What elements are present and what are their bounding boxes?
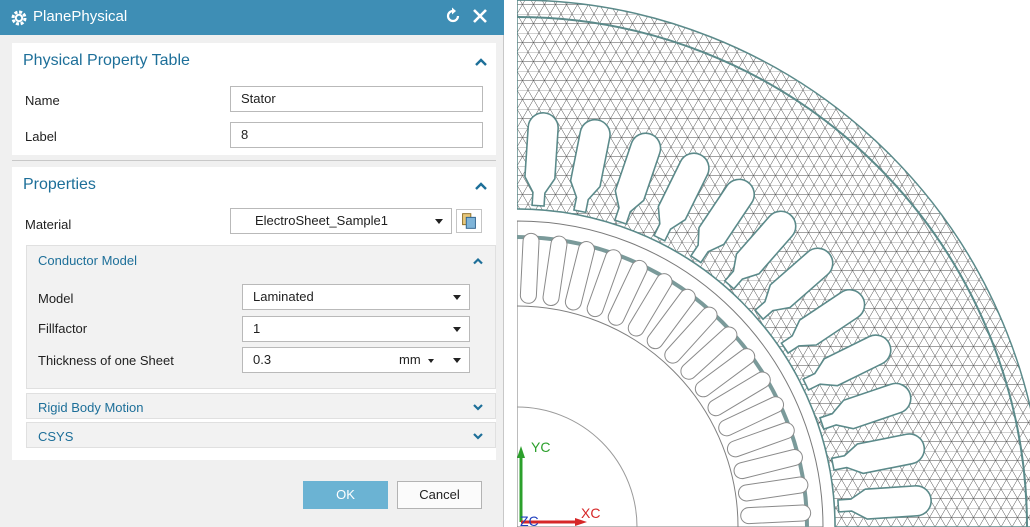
fillfactor-value: 1	[253, 321, 261, 336]
rotor-slot	[740, 504, 812, 525]
chevron-down-icon[interactable]	[471, 431, 485, 441]
properties-section: Properties Material ElectroSheet_Sample1…	[12, 167, 496, 460]
gear-icon	[11, 10, 27, 26]
material-select[interactable]: ElectroSheet_Sample1	[230, 208, 452, 234]
material-value: ElectroSheet_Sample1	[255, 213, 388, 228]
thickness-field[interactable]: 0.3 mm	[242, 347, 470, 373]
z-axis-label: ZC	[520, 513, 539, 527]
thickness-unit-select[interactable]: mm	[399, 348, 435, 372]
section-title-properties: Properties	[23, 176, 96, 193]
model-value: Laminated	[253, 289, 314, 304]
stator-mesh-view: YC XC ZC	[517, 0, 1030, 527]
model-select[interactable]: Laminated	[242, 284, 470, 310]
csys-group[interactable]: CSYS	[26, 422, 496, 448]
physical-property-table-header[interactable]: Physical Property Table	[12, 47, 496, 75]
chevron-down-icon	[453, 327, 461, 332]
chevron-up-icon[interactable]	[474, 57, 488, 67]
rigid-body-motion-group[interactable]: Rigid Body Motion	[26, 393, 496, 419]
section-divider	[12, 160, 496, 161]
rotor-slot	[519, 232, 540, 304]
material-label: Material	[25, 217, 72, 232]
label-label: Label	[25, 129, 57, 144]
fillfactor-label: Fillfactor	[38, 321, 88, 336]
plane-physical-dialog: PlanePhysical Physical Property Table Na…	[0, 0, 504, 527]
chevron-down-icon	[453, 358, 461, 363]
cancel-button[interactable]: Cancel	[397, 481, 482, 509]
properties-header[interactable]: Properties	[12, 171, 496, 199]
name-field[interactable]: Stator	[230, 86, 483, 112]
dialog-title: PlanePhysical	[33, 8, 128, 25]
label-field[interactable]: 8	[230, 122, 483, 148]
thickness-unit: mm	[399, 352, 421, 367]
conductor-model-group: Conductor Model Model Laminated Fillfact…	[26, 245, 496, 389]
chevron-up-icon[interactable]	[474, 181, 488, 191]
section-title-physical-property-table: Physical Property Table	[23, 52, 190, 69]
csys-title: CSYS	[38, 429, 74, 444]
graphics-viewport[interactable]: YC XC ZC	[517, 0, 1030, 527]
rigid-body-motion-title: Rigid Body Motion	[38, 400, 144, 415]
close-icon[interactable]	[470, 6, 490, 26]
physical-property-table-section: Physical Property Table Name Stator Labe…	[12, 43, 496, 155]
material-library-icon[interactable]	[456, 209, 482, 233]
ok-button[interactable]: OK	[303, 481, 388, 509]
x-axis-label: XC	[581, 505, 600, 521]
reset-icon[interactable]	[443, 6, 463, 26]
thickness-value: 0.3	[253, 352, 272, 367]
y-axis-label: YC	[531, 439, 550, 455]
thickness-label: Thickness of one Sheet	[38, 353, 174, 368]
chevron-down-icon	[435, 219, 443, 224]
dialog-title-bar: PlanePhysical	[0, 0, 504, 35]
model-label: Model	[38, 291, 74, 306]
chevron-down-icon	[428, 358, 435, 363]
name-label: Name	[25, 93, 60, 108]
fillfactor-select[interactable]: 1	[242, 316, 470, 342]
chevron-up-icon[interactable]	[471, 256, 485, 266]
chevron-down-icon	[453, 295, 461, 300]
chevron-down-icon[interactable]	[471, 402, 485, 412]
conductor-model-title: Conductor Model	[38, 253, 137, 268]
